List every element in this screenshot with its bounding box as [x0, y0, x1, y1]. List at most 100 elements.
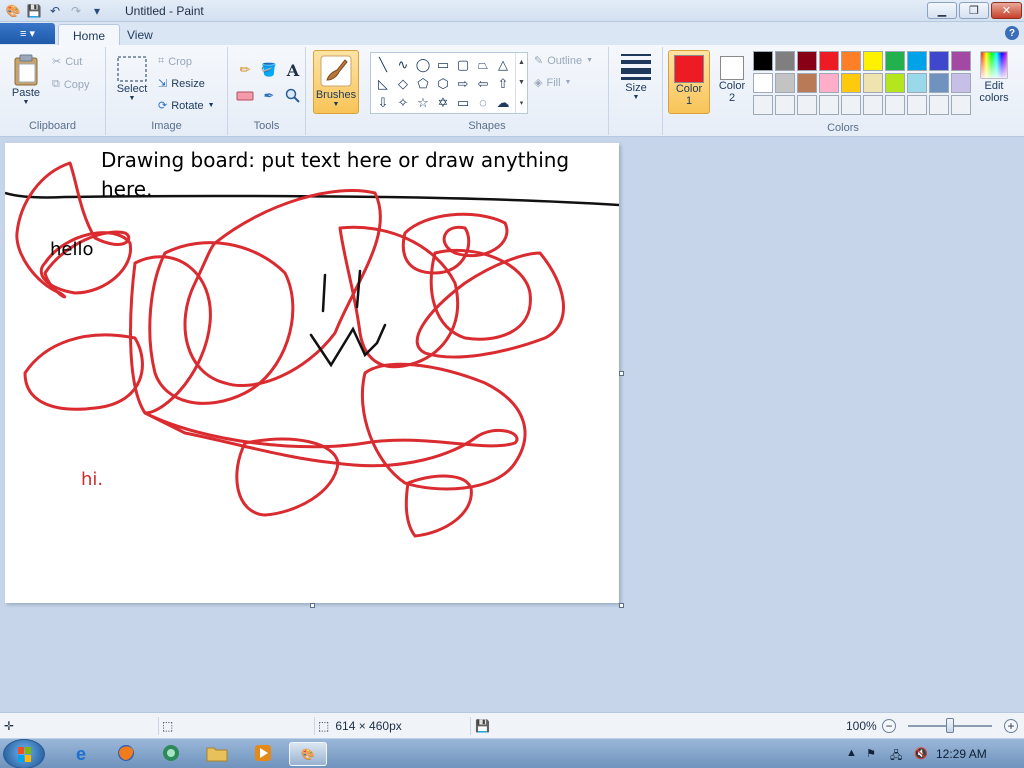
oval-callout-shape-icon[interactable]: ◌ — [473, 93, 493, 112]
drawing-canvas[interactable]: Drawing board: put text here or draw any… — [5, 143, 619, 603]
color1-button[interactable]: Color 1 — [668, 50, 710, 114]
pencil-icon[interactable]: ✏ — [234, 59, 256, 81]
oval-shape-icon[interactable]: ◯ — [413, 55, 433, 74]
right-triangle-shape-icon[interactable]: ◺ — [373, 74, 393, 93]
copy-button[interactable]: ⧉ Copy — [52, 78, 90, 91]
rotate-button[interactable]: ⟳ Rotate ▼ — [158, 99, 215, 113]
undo-icon[interactable]: ↶ — [46, 2, 64, 20]
palette-swatch[interactable] — [885, 51, 905, 71]
rounded-callout-shape-icon[interactable]: ▭ — [453, 93, 473, 112]
fill-icon[interactable]: 🪣 — [258, 59, 280, 81]
palette-swatch[interactable] — [863, 73, 883, 93]
magnifier-icon[interactable] — [282, 85, 304, 107]
palette-swatch[interactable] — [863, 51, 883, 71]
palette-swatch[interactable] — [775, 51, 795, 71]
canvas-resize-handle-right[interactable] — [619, 371, 624, 376]
six-point-star-shape-icon[interactable]: ✡ — [433, 93, 453, 112]
resize-button[interactable]: ⇲ Resize — [158, 77, 205, 91]
eraser-icon[interactable] — [234, 85, 256, 107]
zoom-slider-thumb[interactable] — [946, 718, 954, 733]
color-picker-icon[interactable]: ✒ — [258, 85, 280, 107]
up-arrow-shape-icon[interactable]: ⇧ — [493, 74, 513, 93]
palette-swatch[interactable] — [819, 73, 839, 93]
palette-swatch[interactable] — [753, 51, 773, 71]
palette-swatch[interactable] — [907, 73, 927, 93]
scroll-up-icon[interactable]: ▲ — [518, 59, 525, 66]
rectangle-shape-icon[interactable]: ▭ — [433, 55, 453, 74]
action-center-flag-icon[interactable]: ⚑ — [866, 747, 876, 760]
fill-button[interactable]: ◈ Fill ▼ — [534, 76, 571, 90]
diamond-shape-icon[interactable]: ◇ — [393, 74, 413, 93]
palette-swatch[interactable] — [929, 95, 949, 115]
gallery-expand-icon[interactable]: ▾ — [520, 99, 524, 107]
palette-swatch[interactable] — [929, 51, 949, 71]
palette-swatch[interactable] — [797, 95, 817, 115]
scroll-down-icon[interactable]: ▼ — [518, 79, 525, 86]
palette-swatch[interactable] — [907, 95, 927, 115]
down-arrow-shape-icon[interactable]: ⇩ — [373, 93, 393, 112]
palette-swatch[interactable] — [819, 95, 839, 115]
taskbar-clock[interactable]: 12:29 AM — [936, 747, 987, 761]
palette-swatch[interactable] — [841, 51, 861, 71]
four-point-star-shape-icon[interactable]: ✧ — [393, 93, 413, 112]
palette-swatch[interactable] — [951, 51, 971, 71]
shapes-scrollbar[interactable]: ▲ ▼ ▾ — [515, 53, 527, 113]
brushes-button[interactable]: Brushes ▼ — [313, 50, 359, 114]
palette-swatch[interactable] — [885, 73, 905, 93]
triangle-shape-icon[interactable]: △ — [493, 55, 513, 74]
palette-swatch[interactable] — [841, 73, 861, 93]
palette-swatch[interactable] — [797, 51, 817, 71]
palette-swatch[interactable] — [951, 95, 971, 115]
palette-swatch[interactable] — [775, 73, 795, 93]
cut-button[interactable]: ✂ Cut — [52, 55, 82, 69]
zoom-out-button[interactable]: − — [882, 719, 896, 733]
customize-quick-access-icon[interactable]: ▾ — [88, 2, 106, 20]
network-icon[interactable]: 🖧 — [890, 747, 902, 766]
palette-swatch[interactable] — [885, 95, 905, 115]
zoom-in-button[interactable]: + — [1004, 719, 1018, 733]
file-menu-button[interactable]: ≡ ▾ — [0, 23, 55, 44]
curve-shape-icon[interactable]: ∿ — [393, 55, 413, 74]
taskbar-firefox[interactable] — [107, 742, 145, 766]
outline-button[interactable]: ✎ Outline ▼ — [534, 54, 593, 68]
minimize-button[interactable]: ▁ — [927, 2, 957, 19]
tab-home[interactable]: Home — [58, 24, 121, 45]
cloud-callout-shape-icon[interactable]: ☁ — [493, 93, 513, 112]
palette-swatch[interactable] — [797, 73, 817, 93]
palette-swatch[interactable] — [907, 51, 927, 71]
restore-button[interactable]: ❐ — [959, 2, 989, 19]
line-shape-icon[interactable]: ╲ — [373, 55, 393, 74]
palette-swatch[interactable] — [753, 95, 773, 115]
polygon-shape-icon[interactable]: ⏢ — [473, 55, 493, 74]
close-button[interactable]: ✕ — [991, 2, 1022, 19]
paste-button[interactable]: Paste ▼ — [8, 53, 44, 106]
hexagon-shape-icon[interactable]: ⬡ — [433, 74, 453, 93]
size-button[interactable]: Size ▼ — [616, 52, 656, 101]
paint-app-icon[interactable]: 🎨 — [4, 2, 22, 20]
palette-swatch[interactable] — [753, 73, 773, 93]
right-arrow-shape-icon[interactable]: ⇨ — [453, 74, 473, 93]
palette-swatch[interactable] — [775, 95, 795, 115]
left-arrow-shape-icon[interactable]: ⇦ — [473, 74, 493, 93]
taskbar-file-explorer[interactable] — [198, 742, 236, 766]
redo-icon[interactable]: ↷ — [67, 2, 85, 20]
rounded-rectangle-shape-icon[interactable]: ▢ — [453, 55, 473, 74]
canvas-resize-handle-bottom[interactable] — [310, 603, 315, 608]
tab-view[interactable]: View — [113, 24, 167, 45]
crop-button[interactable]: ⌗ Crop — [158, 55, 192, 68]
select-button[interactable]: Select ▼ — [114, 55, 150, 102]
color2-button[interactable]: Color 2 — [711, 50, 753, 114]
pentagon-shape-icon[interactable]: ⬠ — [413, 74, 433, 93]
taskbar-media-center[interactable] — [152, 742, 190, 766]
palette-swatch[interactable] — [819, 51, 839, 71]
volume-muted-icon[interactable]: 🔇 — [914, 747, 928, 760]
text-icon[interactable]: A — [282, 59, 304, 81]
palette-swatch[interactable] — [951, 73, 971, 93]
taskbar-internet-explorer[interactable]: e — [62, 742, 100, 766]
taskbar-media-player[interactable] — [244, 742, 282, 766]
taskbar-paint[interactable]: 🎨 — [289, 742, 327, 766]
help-icon[interactable]: ? — [1005, 26, 1019, 40]
save-icon[interactable]: 💾 — [25, 2, 43, 20]
palette-swatch[interactable] — [863, 95, 883, 115]
canvas-resize-handle-corner[interactable] — [619, 603, 624, 608]
